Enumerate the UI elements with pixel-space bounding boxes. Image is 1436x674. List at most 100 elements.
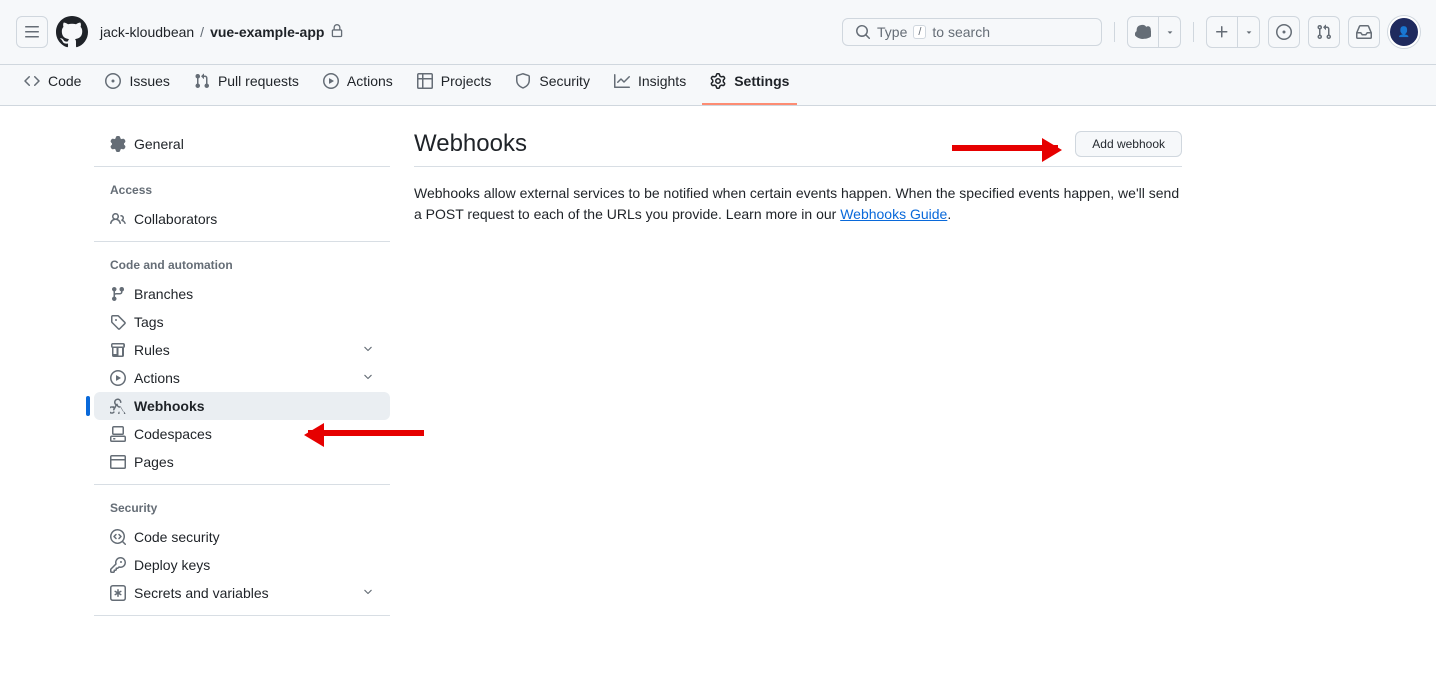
tab-label: Code: [48, 73, 81, 89]
issue-icon: [1276, 24, 1292, 40]
menu-icon: [24, 24, 40, 40]
sidebar-item-label: Branches: [134, 286, 193, 302]
main-content: Webhooks Add webhook Webhooks allow exte…: [414, 130, 1182, 616]
sidebar-item-deploy-keys[interactable]: Deploy keys: [94, 551, 390, 579]
sidebar-item-secrets[interactable]: Secrets and variables: [94, 579, 390, 607]
breadcrumb-repo[interactable]: vue-example-app: [210, 24, 324, 40]
create-dropdown[interactable]: [1238, 16, 1260, 48]
divider: [1114, 22, 1115, 42]
tab-label: Issues: [129, 73, 169, 89]
pulls-button[interactable]: [1308, 16, 1340, 48]
sidebar-heading-access: Access: [94, 175, 390, 205]
search-prefix: Type: [877, 24, 907, 40]
add-webhook-button[interactable]: Add webhook: [1075, 131, 1182, 157]
search-input[interactable]: Type / to search: [842, 18, 1102, 46]
webhook-icon: [110, 398, 126, 414]
tab-actions[interactable]: Actions: [315, 65, 401, 105]
webhooks-guide-link[interactable]: Webhooks Guide: [840, 206, 947, 222]
sidebar-heading-security: Security: [94, 493, 390, 523]
tag-icon: [110, 314, 126, 330]
people-icon: [110, 211, 126, 227]
rules-icon: [110, 342, 126, 358]
sidebar-item-label: Webhooks: [134, 398, 205, 414]
tab-label: Projects: [441, 73, 492, 89]
pull-request-icon: [194, 73, 210, 89]
codespaces-icon: [110, 426, 126, 442]
sidebar-item-label: Actions: [134, 370, 180, 386]
hamburger-menu[interactable]: [16, 16, 48, 48]
tab-label: Security: [539, 73, 590, 89]
sidebar-item-label: Deploy keys: [134, 557, 210, 573]
repo-tabs: Code Issues Pull requests Actions Projec…: [0, 65, 1436, 106]
graph-icon: [614, 73, 630, 89]
avatar-icon: 👤: [1398, 27, 1410, 38]
chevron-down-icon: [362, 342, 374, 358]
sidebar-item-label: Rules: [134, 342, 170, 358]
create-button[interactable]: [1206, 16, 1238, 48]
pull-request-icon: [1316, 24, 1332, 40]
sidebar-item-label: Codespaces: [134, 426, 212, 442]
page-title: Webhooks: [414, 130, 527, 158]
key-icon: [110, 557, 126, 573]
github-logo[interactable]: [56, 16, 88, 48]
table-icon: [417, 73, 433, 89]
sidebar-item-code-security[interactable]: Code security: [94, 523, 390, 551]
lock-icon: [330, 24, 344, 41]
sidebar-item-label: Tags: [134, 314, 164, 330]
issue-icon: [105, 73, 121, 89]
search-suffix: to search: [932, 24, 990, 40]
inbox-icon: [1356, 24, 1372, 40]
browser-icon: [110, 454, 126, 470]
chevron-down-icon: [1244, 27, 1254, 37]
sidebar-item-tags[interactable]: Tags: [94, 308, 390, 336]
breadcrumb: jack-kloudbean / vue-example-app: [100, 24, 344, 41]
chevron-down-icon: [1165, 27, 1175, 37]
sidebar-item-label: Pages: [134, 454, 174, 470]
breadcrumb-owner[interactable]: jack-kloudbean: [100, 24, 194, 40]
github-icon: [56, 16, 88, 48]
sidebar-item-webhooks[interactable]: Webhooks: [94, 392, 390, 420]
inbox-button[interactable]: [1348, 16, 1380, 48]
copilot-dropdown[interactable]: [1159, 16, 1181, 48]
tab-label: Actions: [347, 73, 393, 89]
sidebar-item-collaborators[interactable]: Collaborators: [94, 205, 390, 233]
sidebar-item-label: Secrets and variables: [134, 585, 269, 601]
breadcrumb-separator: /: [200, 24, 204, 40]
codescan-icon: [110, 529, 126, 545]
sidebar-item-pages[interactable]: Pages: [94, 448, 390, 476]
sidebar-item-codespaces[interactable]: Codespaces: [94, 420, 390, 448]
code-icon: [24, 73, 40, 89]
sidebar-item-label: General: [134, 136, 184, 152]
play-icon: [110, 370, 126, 386]
tab-label: Insights: [638, 73, 686, 89]
sidebar-item-general[interactable]: General: [94, 130, 390, 158]
sidebar-item-rules[interactable]: Rules: [94, 336, 390, 364]
tab-code[interactable]: Code: [16, 65, 89, 105]
plus-icon: [1214, 24, 1230, 40]
issues-button[interactable]: [1268, 16, 1300, 48]
sidebar-heading-code: Code and automation: [94, 250, 390, 280]
chevron-down-icon: [362, 585, 374, 601]
tab-security[interactable]: Security: [507, 65, 598, 105]
sidebar-item-actions[interactable]: Actions: [94, 364, 390, 392]
tab-insights[interactable]: Insights: [606, 65, 694, 105]
tab-label: Settings: [734, 73, 789, 89]
tab-projects[interactable]: Projects: [409, 65, 500, 105]
tab-settings[interactable]: Settings: [702, 65, 797, 105]
sidebar-item-label: Collaborators: [134, 211, 217, 227]
desc-text: .: [947, 206, 951, 222]
desc-text: Webhooks allow external services to be n…: [414, 185, 1179, 222]
branch-icon: [110, 286, 126, 302]
sidebar-item-branches[interactable]: Branches: [94, 280, 390, 308]
tab-issues[interactable]: Issues: [97, 65, 177, 105]
sidebar-item-label: Code security: [134, 529, 220, 545]
settings-sidebar: General Access Collaborators Code and au…: [94, 130, 390, 616]
tab-label: Pull requests: [218, 73, 299, 89]
avatar[interactable]: 👤: [1388, 16, 1420, 48]
copilot-button[interactable]: [1127, 16, 1159, 48]
gear-icon: [110, 136, 126, 152]
shield-icon: [515, 73, 531, 89]
key-asterisk-icon: [110, 585, 126, 601]
divider: [1193, 22, 1194, 42]
tab-pulls[interactable]: Pull requests: [186, 65, 307, 105]
